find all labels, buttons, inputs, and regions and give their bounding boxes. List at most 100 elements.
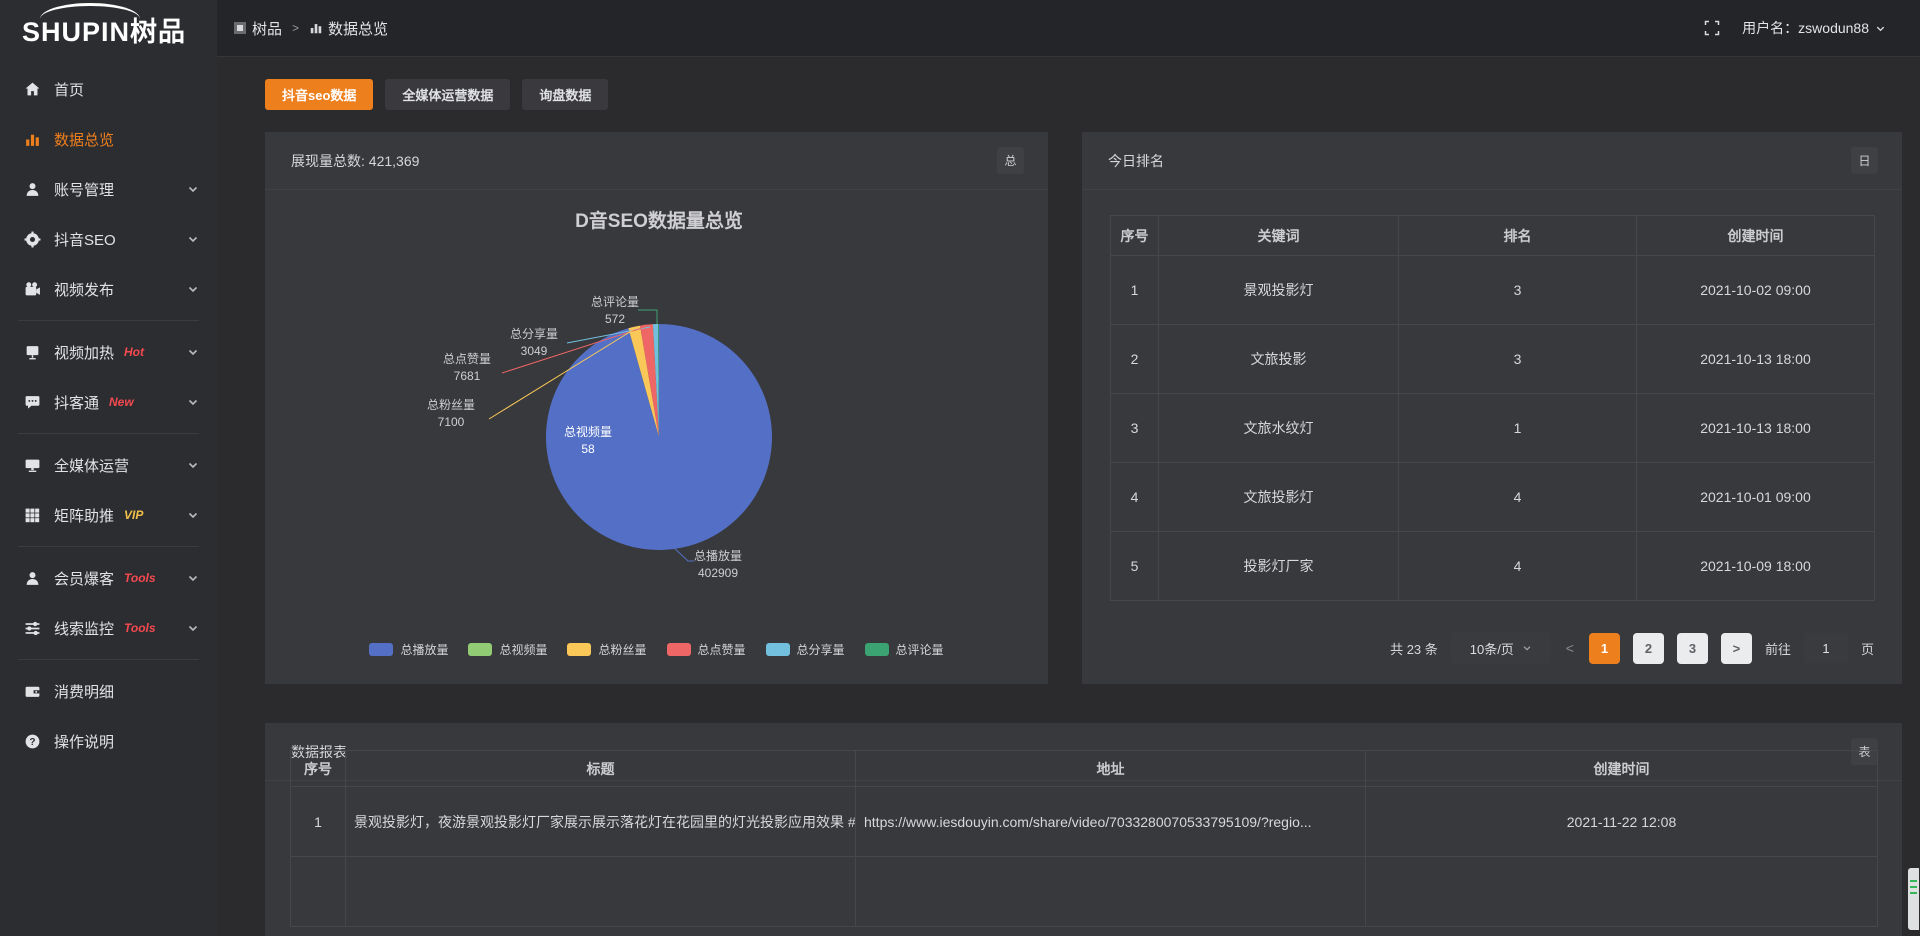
page-size-select[interactable]: 10条/页 <box>1451 632 1551 664</box>
sidebar-item-matrix-boost[interactable]: 矩阵助推 VIP <box>0 490 217 540</box>
table-row: 1景观投影灯32021-10-02 09:00 <box>1111 256 1875 325</box>
sidebar-item-video-heat[interactable]: 视频加热 Hot <box>0 327 217 377</box>
sidebar-item-help[interactable]: ? 操作说明 <box>0 716 217 766</box>
col-created: 创建时间 <box>1366 751 1878 787</box>
next-page-button[interactable]: > <box>1721 633 1752 664</box>
new-badge: New <box>109 395 134 409</box>
chevron-down-icon <box>1875 23 1886 34</box>
sidebar-item-lead-monitor[interactable]: 线索监控 Tools <box>0 603 217 653</box>
page-button-1[interactable]: 1 <box>1589 633 1620 664</box>
page-button-3[interactable]: 3 <box>1677 633 1708 664</box>
chart-legend: 总播放量 总视频量 总粉丝量 总点赞量 总分享量 总评论量 <box>265 641 1048 658</box>
ranking-panel: 今日排名 日 序号 关键词 排名 创建时间 1景观投影灯32021-10-02 … <box>1082 132 1902 684</box>
pie-label-shares: 总分享量3049 <box>510 326 558 360</box>
chevron-down-icon <box>187 183 199 195</box>
bar-chart-icon <box>309 21 323 35</box>
topbar-right: 用户名：zswodun88 <box>1704 18 1886 38</box>
prev-page-button[interactable]: < <box>1564 640 1576 656</box>
menu-divider <box>18 546 199 547</box>
callout-line-comments <box>638 310 657 324</box>
video-camera-icon <box>24 281 41 298</box>
legend-marker <box>865 643 889 656</box>
total-toggle-button[interactable]: 总 <box>997 147 1024 174</box>
pie-svg <box>265 190 1048 635</box>
sidebar-item-douyin-seo[interactable]: 抖音SEO <box>0 214 217 264</box>
user-icon <box>24 181 41 198</box>
day-toggle-button[interactable]: 日 <box>1851 147 1878 174</box>
pie-chart: D音SEO数据量总览 总评论量572 总分享量3049 总点赞量7681 总粉丝… <box>265 190 1048 635</box>
menu-divider <box>18 320 199 321</box>
brand-logo[interactable]: SHUPIN树品 <box>0 0 217 57</box>
sidebar-item-video-publish[interactable]: 视频发布 <box>0 264 217 314</box>
table-row: 1 景观投影灯，夜游景观投影灯厂家展示展示落花灯在花园里的灯光投影应用效果 # … <box>291 787 1878 857</box>
video-link[interactable]: https://www.iesdouyin.com/share/video/70… <box>856 787 1366 857</box>
vip-badge: VIP <box>124 508 143 522</box>
legend-item-shares[interactable]: 总分享量 <box>766 641 845 658</box>
sidebar-item-member-burst[interactable]: 会员爆客 Tools <box>0 553 217 603</box>
chevron-down-icon <box>187 396 199 408</box>
table-row: 3文旅水纹灯12021-10-13 18:00 <box>1111 394 1875 463</box>
pagination: 共 23 条 10条/页 < 1 2 3 > 前往 页 <box>1390 632 1874 664</box>
topbar: 树品 > 数据总览 用户名：zswodun88 <box>217 0 1920 57</box>
sidebar-item-doketong[interactable]: 抖客通 New <box>0 377 217 427</box>
goto-page-input[interactable] <box>1804 633 1848 663</box>
sidebar-item-omni-media[interactable]: 全媒体运营 <box>0 440 217 490</box>
legend-item-likes[interactable]: 总点赞量 <box>667 641 746 658</box>
logo-text: SHUPIN树品 <box>22 17 186 47</box>
ranking-panel-header: 今日排名 日 <box>1082 132 1902 190</box>
legend-item-comments[interactable]: 总评论量 <box>865 641 944 658</box>
tab-inquiry-data[interactable]: 询盘数据 <box>522 79 608 110</box>
chevron-down-icon <box>187 509 199 521</box>
col-keyword: 关键词 <box>1159 216 1399 256</box>
chevron-down-icon <box>187 572 199 584</box>
goto-label: 前往 <box>1765 639 1791 658</box>
video-title: 景观投影灯，夜游景观投影灯厂家展示展示落花灯在花园里的灯光投影应用效果 # <box>346 787 856 857</box>
pagination-total: 共 23 条 <box>1390 639 1438 658</box>
chat-icon <box>24 394 41 411</box>
question-icon: ? <box>24 733 41 750</box>
grid-icon <box>24 507 41 524</box>
tools-badge: Tools <box>124 571 156 585</box>
pie-label-fans: 总粉丝量7100 <box>427 397 475 431</box>
col-title: 标题 <box>346 751 856 787</box>
breadcrumb-current[interactable]: 数据总览 <box>309 18 388 39</box>
legend-marker <box>369 643 393 656</box>
table-row: 4文旅投影灯42021-10-01 09:00 <box>1111 463 1875 532</box>
sidebar-item-home[interactable]: 首页 <box>0 64 217 114</box>
sidebar-item-consume-detail[interactable]: 消费明细 <box>0 666 217 716</box>
col-no: 序号 <box>1111 216 1159 256</box>
legend-item-fans[interactable]: 总粉丝量 <box>567 641 646 658</box>
ranking-title: 今日排名 <box>1108 151 1164 171</box>
col-url: 地址 <box>856 751 1366 787</box>
floating-widget[interactable] <box>1908 868 1919 930</box>
breadcrumb-root[interactable]: 树品 <box>233 18 282 39</box>
username-label: 用户名：zswodun88 <box>1742 18 1869 38</box>
chart-title: D音SEO数据量总览 <box>265 206 1053 233</box>
user-menu[interactable]: 用户名：zswodun88 <box>1742 18 1886 38</box>
page-button-2[interactable]: 2 <box>1633 633 1664 664</box>
monitor-icon <box>24 457 41 474</box>
tab-douyin-seo-data[interactable]: 抖音seo数据 <box>265 79 373 110</box>
report-table: 序号 标题 地址 创建时间 1 景观投影灯，夜游景观投影灯厂家展示展示落花灯在花… <box>290 750 1878 927</box>
fullscreen-icon[interactable] <box>1704 20 1720 36</box>
home-icon <box>24 81 41 98</box>
svg-text:?: ? <box>29 736 35 747</box>
legend-item-videos[interactable]: 总视频量 <box>468 641 547 658</box>
pie-label-likes: 总点赞量7681 <box>443 351 491 385</box>
menu-divider <box>18 433 199 434</box>
legend-item-plays[interactable]: 总播放量 <box>369 641 448 658</box>
chevron-down-icon <box>187 459 199 471</box>
sidebar-item-data-overview[interactable]: 数据总览 <box>0 114 217 164</box>
chart-panel-header: 展现量总数: 421,369 总 <box>265 132 1048 190</box>
sidebar-item-account[interactable]: 账号管理 <box>0 164 217 214</box>
col-rank: 排名 <box>1399 216 1637 256</box>
breadcrumb: 树品 > 数据总览 <box>233 18 388 39</box>
legend-marker <box>468 643 492 656</box>
col-no: 序号 <box>291 751 346 787</box>
member-icon <box>24 570 41 587</box>
legend-marker <box>766 643 790 656</box>
chart-panel: 展现量总数: 421,369 总 D音SEO数据量总览 总评论量572 总分享量… <box>265 132 1048 684</box>
tab-omni-media-data[interactable]: 全媒体运营数据 <box>385 79 510 110</box>
ranking-table: 序号 关键词 排名 创建时间 1景观投影灯32021-10-02 09:00 2… <box>1110 215 1875 601</box>
tools-badge: Tools <box>124 621 156 635</box>
